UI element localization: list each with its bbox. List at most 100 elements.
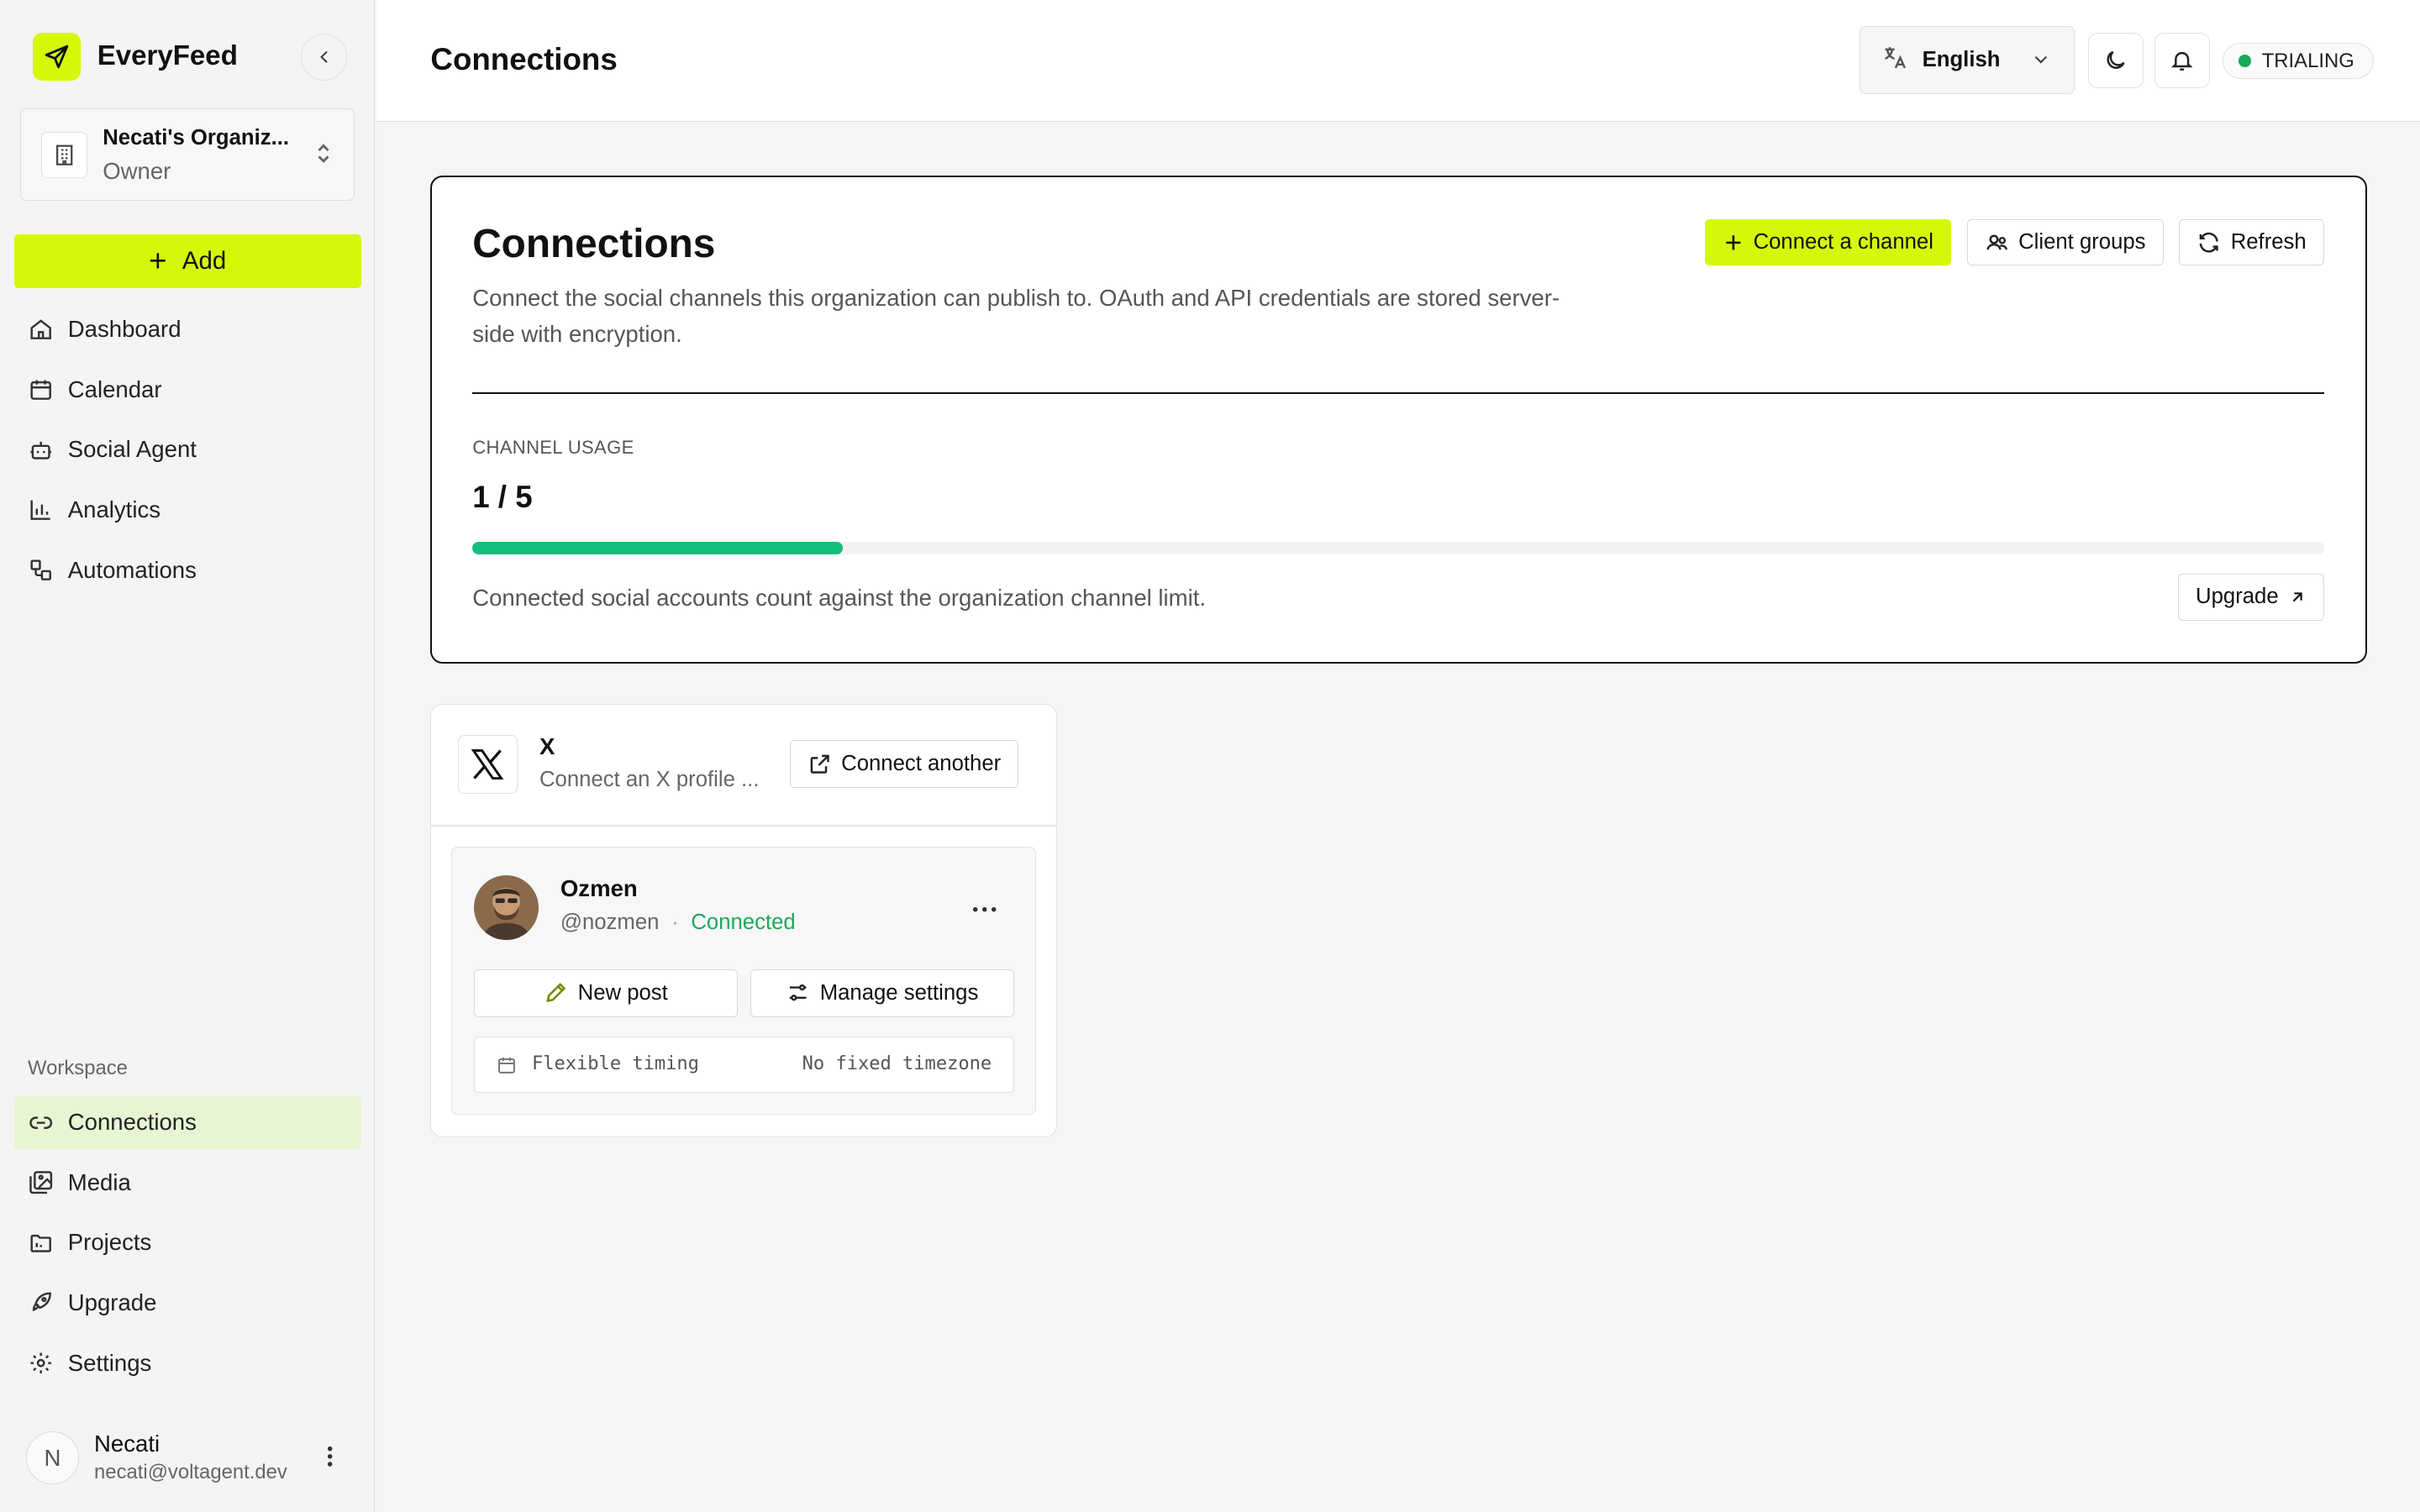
- refresh-icon: [2196, 230, 2221, 255]
- sidebar: EveryFeed Necati's Organiz... Owner + Ad…: [0, 0, 376, 1512]
- sidebar-item-label: Settings: [67, 1349, 152, 1376]
- divider: [472, 391, 2325, 394]
- send-logo-icon: [32, 32, 81, 81]
- brand[interactable]: EveryFeed: [32, 32, 238, 81]
- connections-description: Connect the social channels this organiz…: [472, 285, 1560, 347]
- external-link-icon: [808, 752, 832, 776]
- manage-settings-button[interactable]: Manage settings: [750, 969, 1014, 1017]
- bar-chart-icon: [28, 496, 54, 522]
- add-button-label: Add: [182, 247, 227, 276]
- building-icon: [40, 132, 87, 179]
- sidebar-item-label: Social Agent: [67, 436, 197, 463]
- new-post-button[interactable]: New post: [474, 969, 739, 1017]
- account-meta: @nozmen · Connected: [560, 911, 796, 935]
- posting-timing: Flexible timing No fixed timezone: [474, 1037, 1014, 1093]
- theme-toggle-button[interactable]: [2088, 32, 2144, 88]
- collapse-sidebar-button[interactable]: [301, 34, 348, 81]
- new-post-label: New post: [577, 980, 668, 1005]
- channel-description: Connect an X profile ...: [539, 767, 760, 791]
- users-icon: [1985, 230, 2009, 255]
- user-email: necati@voltagent.dev: [94, 1461, 287, 1484]
- connect-another-button[interactable]: Connect another: [789, 739, 1019, 788]
- sidebar-item-label: Analytics: [67, 496, 160, 522]
- sidebar-item-media[interactable]: Media: [14, 1156, 361, 1210]
- app-root: EveryFeed Necati's Organiz... Owner + Ad…: [0, 0, 2420, 1512]
- chevrons-up-down-icon: [314, 141, 333, 172]
- sidebar-item-label: Media: [67, 1168, 131, 1195]
- channel-usage-count: 1 / 5: [472, 480, 533, 515]
- sidebar-item-label: Calendar: [67, 375, 162, 402]
- connect-channel-button[interactable]: Connect a channel: [1704, 218, 1952, 266]
- sidebar-item-analytics[interactable]: Analytics: [14, 483, 361, 537]
- channel-usage-progress: [472, 541, 2325, 554]
- workspace-section-label: Workspace: [28, 1057, 128, 1080]
- sidebar-item-label: Dashboard: [67, 316, 182, 343]
- timezone-label: No fixed timezone: [802, 1053, 992, 1074]
- more-vertical-icon[interactable]: [327, 1442, 333, 1474]
- app-name: EveryFeed: [97, 40, 238, 72]
- refresh-label: Refresh: [2230, 230, 2307, 254]
- workflow-icon: [28, 557, 54, 583]
- status-badge-label: TRIALING: [2261, 49, 2354, 72]
- bot-icon: [28, 437, 54, 463]
- pencil-icon: [544, 980, 568, 1005]
- language-value: English: [1922, 48, 2001, 72]
- more-horizontal-icon[interactable]: [972, 890, 997, 919]
- user-profile[interactable]: N Necati necati@voltagent.dev: [26, 1429, 358, 1490]
- avatar: N: [26, 1431, 79, 1484]
- workspace-nav: Connections Media Projects Upgrade Setti…: [13, 1095, 361, 1396]
- sidebar-item-label: Upgrade: [67, 1289, 157, 1316]
- refresh-button[interactable]: Refresh: [2179, 218, 2324, 266]
- upgrade-button[interactable]: Upgrade: [2177, 574, 2324, 621]
- add-button[interactable]: + Add: [13, 234, 361, 289]
- page-title: Connections: [430, 41, 618, 76]
- status-badge: TRIALING: [2222, 43, 2374, 79]
- account-handle: @nozmen: [560, 910, 660, 934]
- divider: [431, 824, 1057, 827]
- channel-name: X: [539, 733, 555, 760]
- folder-icon: [28, 1230, 54, 1256]
- channel-usage-progress-fill: [472, 541, 843, 554]
- sidebar-item-dashboard[interactable]: Dashboard: [14, 302, 361, 356]
- timing-label: Flexible timing: [531, 1053, 699, 1074]
- org-name: Necati's Organiz...: [103, 125, 290, 150]
- connections-actions: Connect a channel Client groups Refresh: [1704, 218, 2324, 266]
- sidebar-item-social-agent[interactable]: Social Agent: [14, 423, 361, 476]
- sidebar-item-projects[interactable]: Projects: [14, 1215, 361, 1269]
- chevron-down-icon: [2030, 49, 2052, 76]
- moon-icon: [2107, 50, 2125, 69]
- language-select[interactable]: English: [1860, 26, 2075, 95]
- sidebar-item-settings[interactable]: Settings: [14, 1336, 361, 1390]
- images-icon: [28, 1169, 54, 1195]
- org-switcher[interactable]: Necati's Organiz... Owner: [19, 108, 355, 201]
- connect-another-label: Connect another: [841, 751, 1002, 775]
- manage-settings-label: Manage settings: [819, 980, 979, 1005]
- calendar-icon: [497, 1055, 517, 1080]
- sidebar-item-label: Projects: [67, 1229, 152, 1256]
- notifications-button[interactable]: [2154, 32, 2211, 88]
- arrow-up-right-icon: [2288, 588, 2307, 606]
- connections-title: Connections: [472, 221, 716, 266]
- sidebar-item-label: Automations: [67, 556, 197, 583]
- sliders-icon: [786, 980, 810, 1005]
- connect-channel-label: Connect a channel: [1753, 230, 1933, 254]
- sidebar-item-calendar[interactable]: Calendar: [14, 363, 361, 417]
- link-icon: [28, 1110, 54, 1136]
- x-logo-icon: [457, 735, 518, 795]
- user-name: Necati: [94, 1430, 160, 1457]
- plus-icon: [1723, 232, 1744, 254]
- plus-icon: +: [149, 243, 167, 278]
- calendar-icon: [28, 376, 54, 402]
- client-groups-button[interactable]: Client groups: [1966, 218, 2164, 266]
- rocket-icon: [28, 1289, 54, 1315]
- gear-icon: [28, 1350, 54, 1376]
- top-header: Connections English TRIALING: [376, 0, 2420, 123]
- sidebar-item-upgrade[interactable]: Upgrade: [14, 1276, 361, 1330]
- account-avatar: [474, 874, 539, 940]
- translate-icon: [1881, 44, 1908, 77]
- channel-usage-note: Connected social accounts count against …: [472, 585, 1207, 612]
- main-nav: Dashboard Calendar Social Agent Analytic…: [14, 302, 361, 603]
- channel-usage-label: CHANNEL USAGE: [472, 436, 634, 458]
- sidebar-item-automations[interactable]: Automations: [14, 543, 361, 596]
- sidebar-item-connections[interactable]: Connections: [13, 1095, 361, 1150]
